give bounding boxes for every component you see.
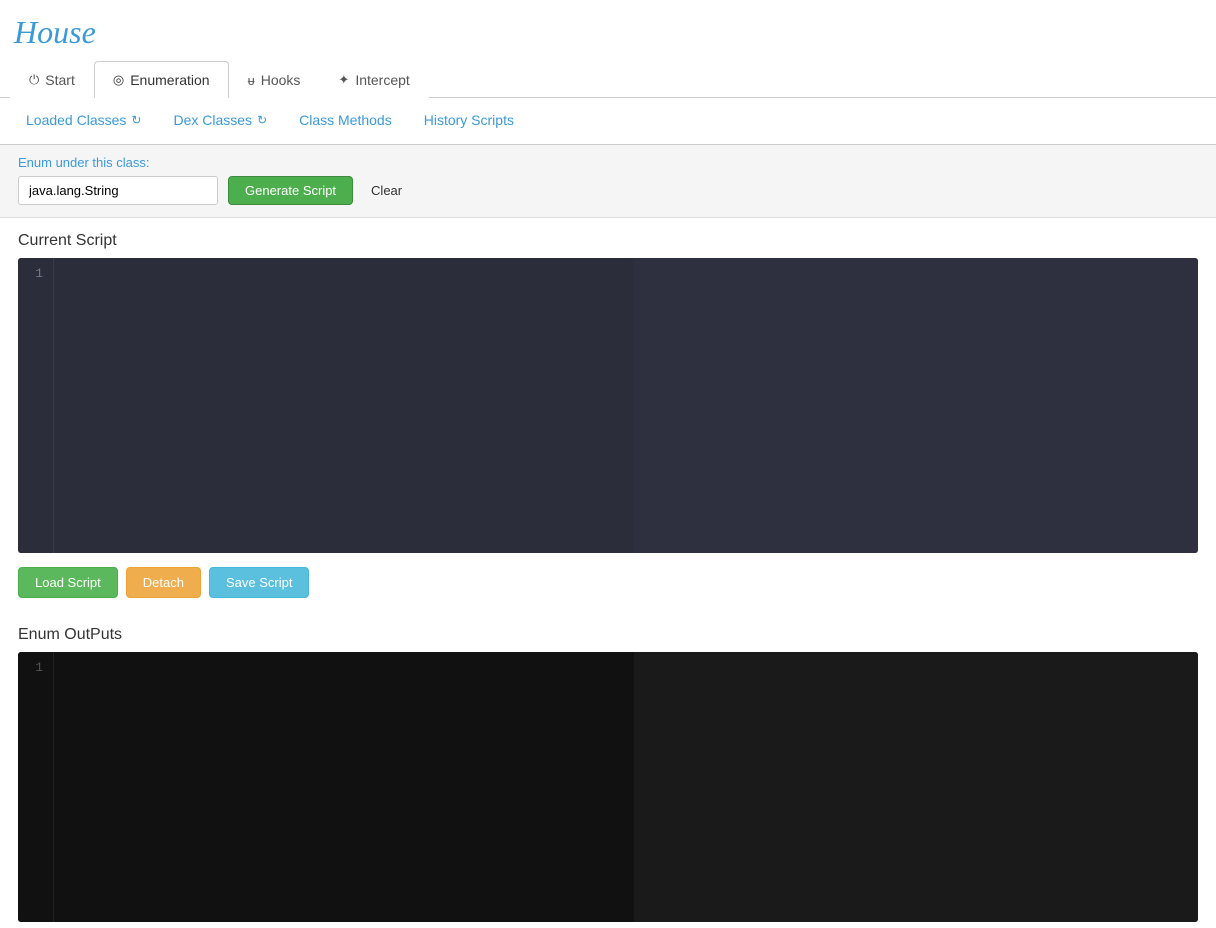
current-script-editor: 1 <box>18 258 1198 553</box>
enum-bar-inner: Generate Script Clear <box>18 176 1198 205</box>
enum-outputs-editor: 1 <box>18 652 1198 922</box>
save-script-button[interactable]: Save Script <box>209 567 309 598</box>
sub-tab-dex-classes[interactable]: Dex Classes ↻ <box>157 98 283 144</box>
sub-tab-class-methods[interactable]: Class Methods <box>283 98 408 144</box>
sub-tabs: Loaded Classes ↻ Dex Classes ↻ Class Met… <box>0 98 1216 145</box>
current-script-title: Current Script <box>0 218 1216 258</box>
enum-label: Enum under this class: <box>18 155 1198 170</box>
sub-tab-history-scripts[interactable]: History Scripts <box>408 98 530 144</box>
current-script-gutter: 1 <box>18 258 54 553</box>
tab-intercept[interactable]: ✦ Intercept <box>319 61 428 98</box>
tab-enumeration[interactable]: ◎ Enumeration <box>94 61 229 98</box>
intercept-icon: ✦ <box>338 72 349 88</box>
enumeration-icon: ◎ <box>113 72 124 88</box>
tab-hooks[interactable]: ᵾ Hooks <box>229 61 320 98</box>
generate-script-button[interactable]: Generate Script <box>228 176 353 205</box>
tab-enumeration-label: Enumeration <box>130 72 209 88</box>
current-script-content[interactable] <box>54 258 634 553</box>
enum-outputs-title: Enum OutPuts <box>0 612 1216 652</box>
enum-class-input[interactable] <box>18 176 218 205</box>
tab-start[interactable]: ⏻ Start <box>10 61 94 98</box>
detach-button[interactable]: Detach <box>126 567 201 598</box>
sub-tab-loaded-classes[interactable]: Loaded Classes ↻ <box>10 98 157 144</box>
output-right-panel <box>634 652 1198 922</box>
tab-hooks-label: Hooks <box>261 72 301 88</box>
main-nav: ⏻ Start ◎ Enumeration ᵾ Hooks ✦ Intercep… <box>0 61 1216 98</box>
enum-wrapper: Enum under this class: Generate Script C… <box>0 145 1216 218</box>
hooks-icon: ᵾ <box>248 73 255 88</box>
history-scripts-label: History Scripts <box>424 112 514 128</box>
dex-classes-label: Dex Classes <box>173 112 252 128</box>
app-title: House <box>0 0 1216 61</box>
line-number-1: 1 <box>35 266 43 281</box>
start-icon: ⏻ <box>29 72 39 88</box>
script-buttons: Load Script Detach Save Script <box>0 553 1216 612</box>
loaded-classes-label: Loaded Classes <box>26 112 126 128</box>
output-gutter: 1 <box>18 652 54 922</box>
tab-intercept-label: Intercept <box>355 72 409 88</box>
dex-classes-refresh-icon: ↻ <box>257 113 267 127</box>
clear-button[interactable]: Clear <box>363 179 410 202</box>
tab-start-label: Start <box>45 72 75 88</box>
current-script-right-panel <box>634 258 1198 553</box>
loaded-classes-refresh-icon: ↻ <box>131 113 141 127</box>
class-methods-label: Class Methods <box>299 112 392 128</box>
output-content <box>54 652 634 922</box>
output-line-number-1: 1 <box>35 660 43 675</box>
load-script-button[interactable]: Load Script <box>18 567 118 598</box>
